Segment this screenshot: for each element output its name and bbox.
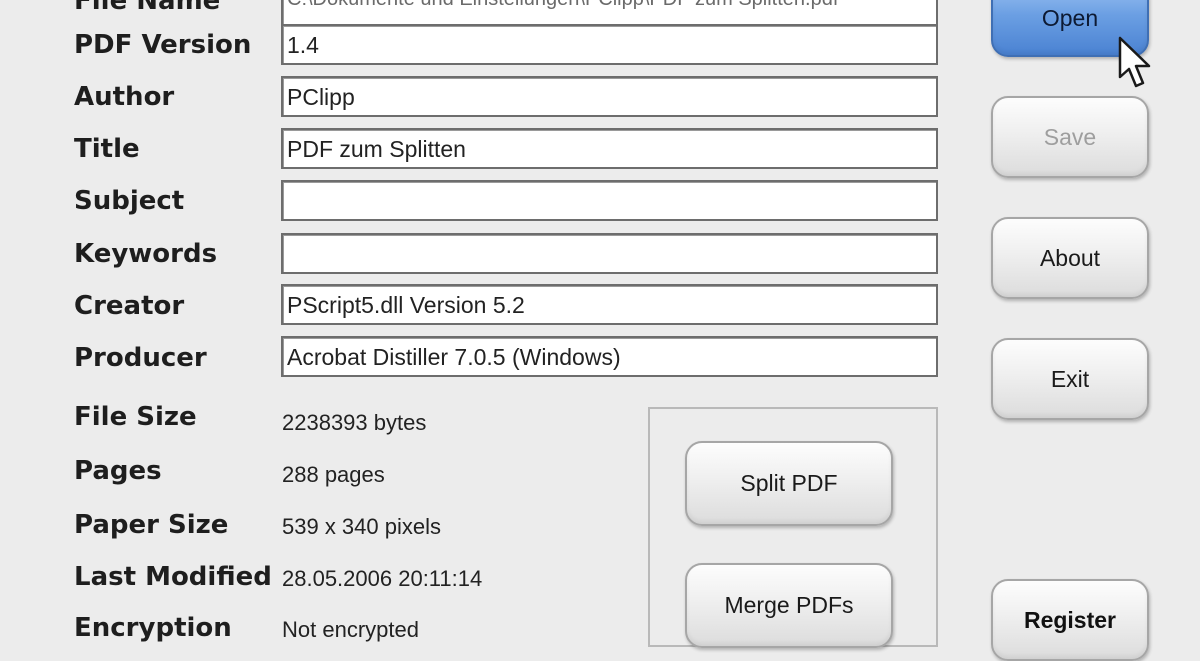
author-label: Author (74, 82, 175, 112)
producer-label: Producer (74, 343, 207, 373)
subject-field[interactable] (281, 180, 938, 221)
keywords-label: Keywords (74, 239, 218, 269)
merge-pdfs-button[interactable]: Merge PDFs (685, 563, 893, 648)
exit-button[interactable]: Exit (991, 338, 1149, 420)
file-name-field[interactable]: C:\Dokumente und Einstellungen\PClipp\PD… (281, 0, 938, 27)
subject-label: Subject (74, 186, 185, 216)
pages-value: 288 pages (282, 462, 385, 487)
paper-size-value: 539 x 340 pixels (282, 514, 441, 539)
creator-label: Creator (74, 291, 185, 321)
register-button[interactable]: Register (991, 579, 1149, 661)
last-modified-value: 28.05.2006 20:11:14 (282, 566, 483, 591)
keywords-field[interactable] (281, 233, 938, 274)
author-field[interactable]: PClipp (281, 76, 938, 117)
pdf-version-field[interactable]: 1.4 (281, 24, 938, 65)
title-label: Title (74, 134, 140, 164)
paper-size-label: Paper Size (74, 510, 229, 540)
file-name-label: File Name (74, 0, 221, 16)
file-size-label: File Size (74, 402, 197, 432)
encryption-value: Not encrypted (282, 617, 419, 642)
mouse-pointer-icon (1118, 36, 1151, 88)
file-size-value: 2238393 bytes (282, 410, 427, 435)
pdf-version-label: PDF Version (74, 30, 252, 60)
title-field[interactable]: PDF zum Splitten (281, 128, 938, 169)
split-pdf-button[interactable]: Split PDF (685, 441, 893, 526)
creator-field[interactable]: PScript5.dll Version 5.2 (281, 284, 938, 325)
encryption-label: Encryption (74, 613, 232, 643)
about-button[interactable]: About (991, 217, 1149, 299)
save-button[interactable]: Save (991, 96, 1149, 178)
pages-label: Pages (74, 456, 162, 486)
last-modified-label: Last Modified (74, 562, 272, 592)
producer-field[interactable]: Acrobat Distiller 7.0.5 (Windows) (281, 336, 938, 377)
